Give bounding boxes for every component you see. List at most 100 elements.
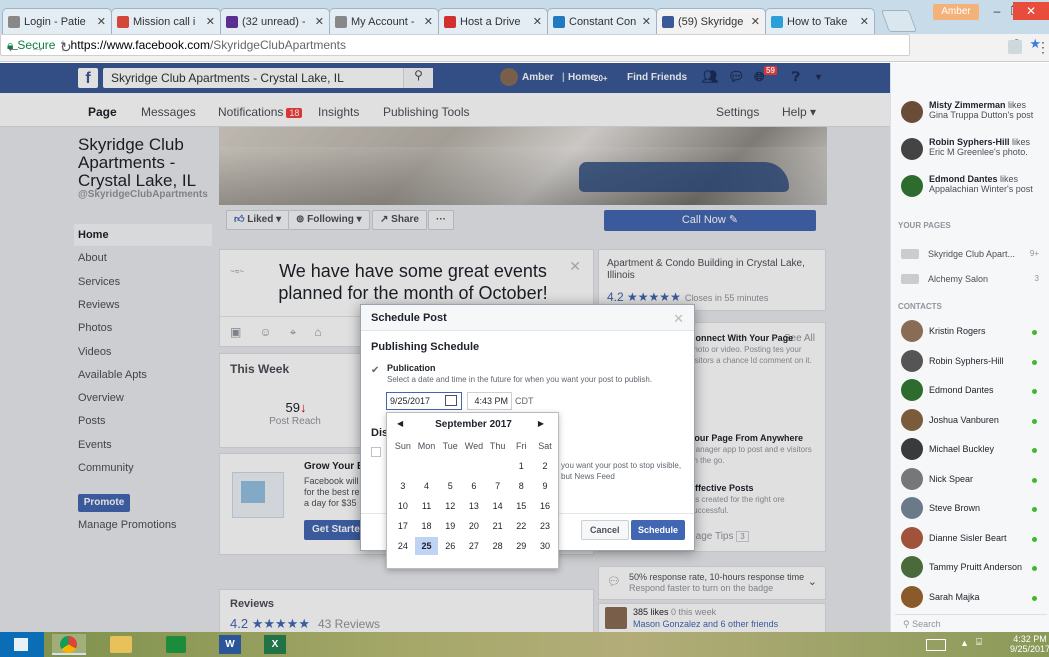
contact-item[interactable]: Dianne Sisler Beart <box>895 525 1047 553</box>
browser-tab[interactable]: Host a Drive ✕ <box>438 8 548 34</box>
avatar <box>901 320 923 342</box>
contact-item[interactable]: Tammy Pruitt Anderson <box>895 554 1047 582</box>
weekday-header: Wed <box>464 441 484 451</box>
chrome-taskbar-icon[interactable] <box>52 634 86 655</box>
ticker-item[interactable]: Misty Zimmerman likes Gina Truppa Dutton… <box>895 99 1047 133</box>
calendar-day[interactable]: 19 <box>438 517 462 535</box>
browser-tab[interactable]: How to Take ✕ <box>765 8 875 34</box>
contact-item[interactable]: Steve Brown <box>895 495 1047 523</box>
close-tab-icon[interactable]: ✕ <box>97 15 106 28</box>
calendar-day[interactable]: 8 <box>509 477 533 495</box>
calendar-day[interactable]: 17 <box>391 517 415 535</box>
schedule-button[interactable]: Schedule <box>631 520 686 540</box>
calendar-day[interactable]: 6 <box>462 477 486 495</box>
calendar-day[interactable]: 18 <box>415 517 439 535</box>
calendar-day[interactable]: 27 <box>462 537 486 555</box>
menu-icon[interactable]: ⋮ <box>1036 39 1049 56</box>
calendar-day[interactable]: 24 <box>391 537 415 555</box>
close-tab-icon[interactable]: ✕ <box>424 15 433 28</box>
system-clock[interactable]: 4:32 PM 9/25/2017 <box>1010 634 1049 654</box>
ticker-item[interactable]: Edmond Dantes likes Appalachian Winter's… <box>895 173 1047 207</box>
contact-item[interactable]: Edmond Dantes <box>895 377 1047 405</box>
chat-search-input[interactable]: ⚲ Search <box>895 614 1047 632</box>
contact-item[interactable]: Sarah Majka <box>895 584 1047 612</box>
calendar-day[interactable]: 21 <box>486 517 510 535</box>
windows-start-icon[interactable] <box>0 632 44 657</box>
browser-tab[interactable]: (32 unread) - ✕ <box>220 8 330 34</box>
network-icon[interactable]: ⌸ <box>976 637 982 648</box>
avatar <box>901 408 923 431</box>
ticker-item[interactable]: Robin Syphers-Hill likes Eric M Greenlee… <box>895 136 1047 170</box>
browser-tab[interactable]: (59) Skyridge ✕ <box>656 8 766 34</box>
close-window-button[interactable]: ✕ <box>1013 2 1049 20</box>
calendar-day[interactable]: 11 <box>415 497 439 515</box>
calendar-day[interactable]: 1 <box>509 457 533 475</box>
forward-icon[interactable]: → <box>30 39 45 56</box>
calendar-day[interactable]: 14 <box>486 497 510 515</box>
calendar-day[interactable]: 4 <box>415 477 439 495</box>
calendar-day[interactable]: 29 <box>509 537 533 555</box>
contact-item[interactable]: Joshua Vanburen <box>895 407 1047 435</box>
calendar-day[interactable]: 13 <box>462 497 486 515</box>
your-page-item[interactable]: Alchemy Salon 3 <box>895 270 1047 290</box>
calendar-day[interactable]: 26 <box>438 537 462 555</box>
calendar-day[interactable]: 28 <box>486 537 510 555</box>
url-bar[interactable]: 🔒︎ Secure | https://www.facebook.com /Sk… <box>0 34 1041 56</box>
browser-tab[interactable]: Constant Con ✕ <box>547 8 657 34</box>
calendar-day[interactable]: 5 <box>438 477 462 495</box>
stop-distribution-checkbox[interactable] <box>371 447 381 457</box>
calendar-day[interactable]: 12 <box>438 497 462 515</box>
word-icon[interactable]: W <box>219 635 241 654</box>
cancel-button[interactable]: Cancel <box>581 520 629 540</box>
keyboard-icon[interactable] <box>926 639 946 651</box>
chat-search-placeholder: Search <box>912 619 941 629</box>
calendar-day[interactable]: 25 <box>414 537 439 555</box>
next-month-icon[interactable]: ▶ <box>538 419 544 428</box>
contact-item[interactable]: Nick Spear <box>895 466 1047 494</box>
tray-chevron-icon[interactable]: ▲ <box>960 638 969 648</box>
calendar-day[interactable]: 20 <box>462 517 486 535</box>
calendar-day[interactable]: 7 <box>486 477 510 495</box>
browser-tab[interactable]: Login - Patie ✕ <box>2 8 112 34</box>
excel-icon[interactable]: X <box>264 635 286 654</box>
weekday-header: Thu <box>489 441 506 451</box>
store-icon[interactable] <box>166 636 186 653</box>
close-tab-icon[interactable]: ✕ <box>533 15 542 28</box>
browser-tab[interactable]: Mission call i ✕ <box>111 8 221 34</box>
calendar-day[interactable]: 22 <box>509 517 533 535</box>
contact-item[interactable]: Robin Syphers-Hill <box>895 348 1047 376</box>
browser-tab[interactable]: My Account - ✕ <box>329 8 439 34</box>
publication-checkbox[interactable]: ✔ <box>371 365 381 376</box>
browser-profile-button[interactable]: Amber <box>933 4 979 20</box>
calendar-day[interactable]: 16 <box>533 497 557 515</box>
close-icon[interactable]: ✕ <box>673 311 684 327</box>
close-tab-icon[interactable]: ✕ <box>206 15 215 28</box>
calendar-day[interactable]: 3 <box>391 477 415 495</box>
online-status-icon <box>1032 448 1037 453</box>
calendar-icon[interactable] <box>445 395 457 406</box>
close-tab-icon[interactable]: ✕ <box>642 15 651 28</box>
calendar-day[interactable]: 9 <box>533 477 557 495</box>
calendar-day[interactable]: 10 <box>391 497 415 515</box>
time-input[interactable]: 4:43 PM <box>467 392 512 410</box>
calendar-day[interactable]: 2 <box>533 457 557 475</box>
avatar <box>901 138 923 160</box>
publication-label: Publication <box>387 363 436 373</box>
calendar-day[interactable]: 15 <box>509 497 533 515</box>
close-tab-icon[interactable]: ✕ <box>315 15 324 28</box>
file-explorer-icon[interactable] <box>110 636 132 653</box>
calendar-day[interactable]: 30 <box>533 537 557 555</box>
your-page-item[interactable]: Skyridge Club Apart... 9+ <box>895 245 1047 265</box>
close-tab-icon[interactable]: ✕ <box>860 15 869 28</box>
ticker-text: Robin Syphers-Hill likes Eric M Greenlee… <box>929 137 1047 157</box>
extension-icon[interactable] <box>1008 40 1022 54</box>
contact-item[interactable]: Kristin Rogers <box>895 318 1047 346</box>
page-icon <box>335 15 347 28</box>
contact-item[interactable]: Michael Buckley <box>895 436 1047 464</box>
back-icon[interactable]: ← <box>6 39 21 56</box>
reload-icon[interactable]: ↻ <box>60 39 72 56</box>
calendar-day[interactable]: 23 <box>533 517 557 535</box>
publishing-schedule-heading: Publishing Schedule <box>371 341 480 353</box>
calendar-grid: Sun Mon Tue Wed Thu Fri Sat 1 2 3 4 5 6 7 8 9 10 11 12 13 14… <box>391 437 557 557</box>
close-tab-icon[interactable]: ✕ <box>751 15 760 28</box>
